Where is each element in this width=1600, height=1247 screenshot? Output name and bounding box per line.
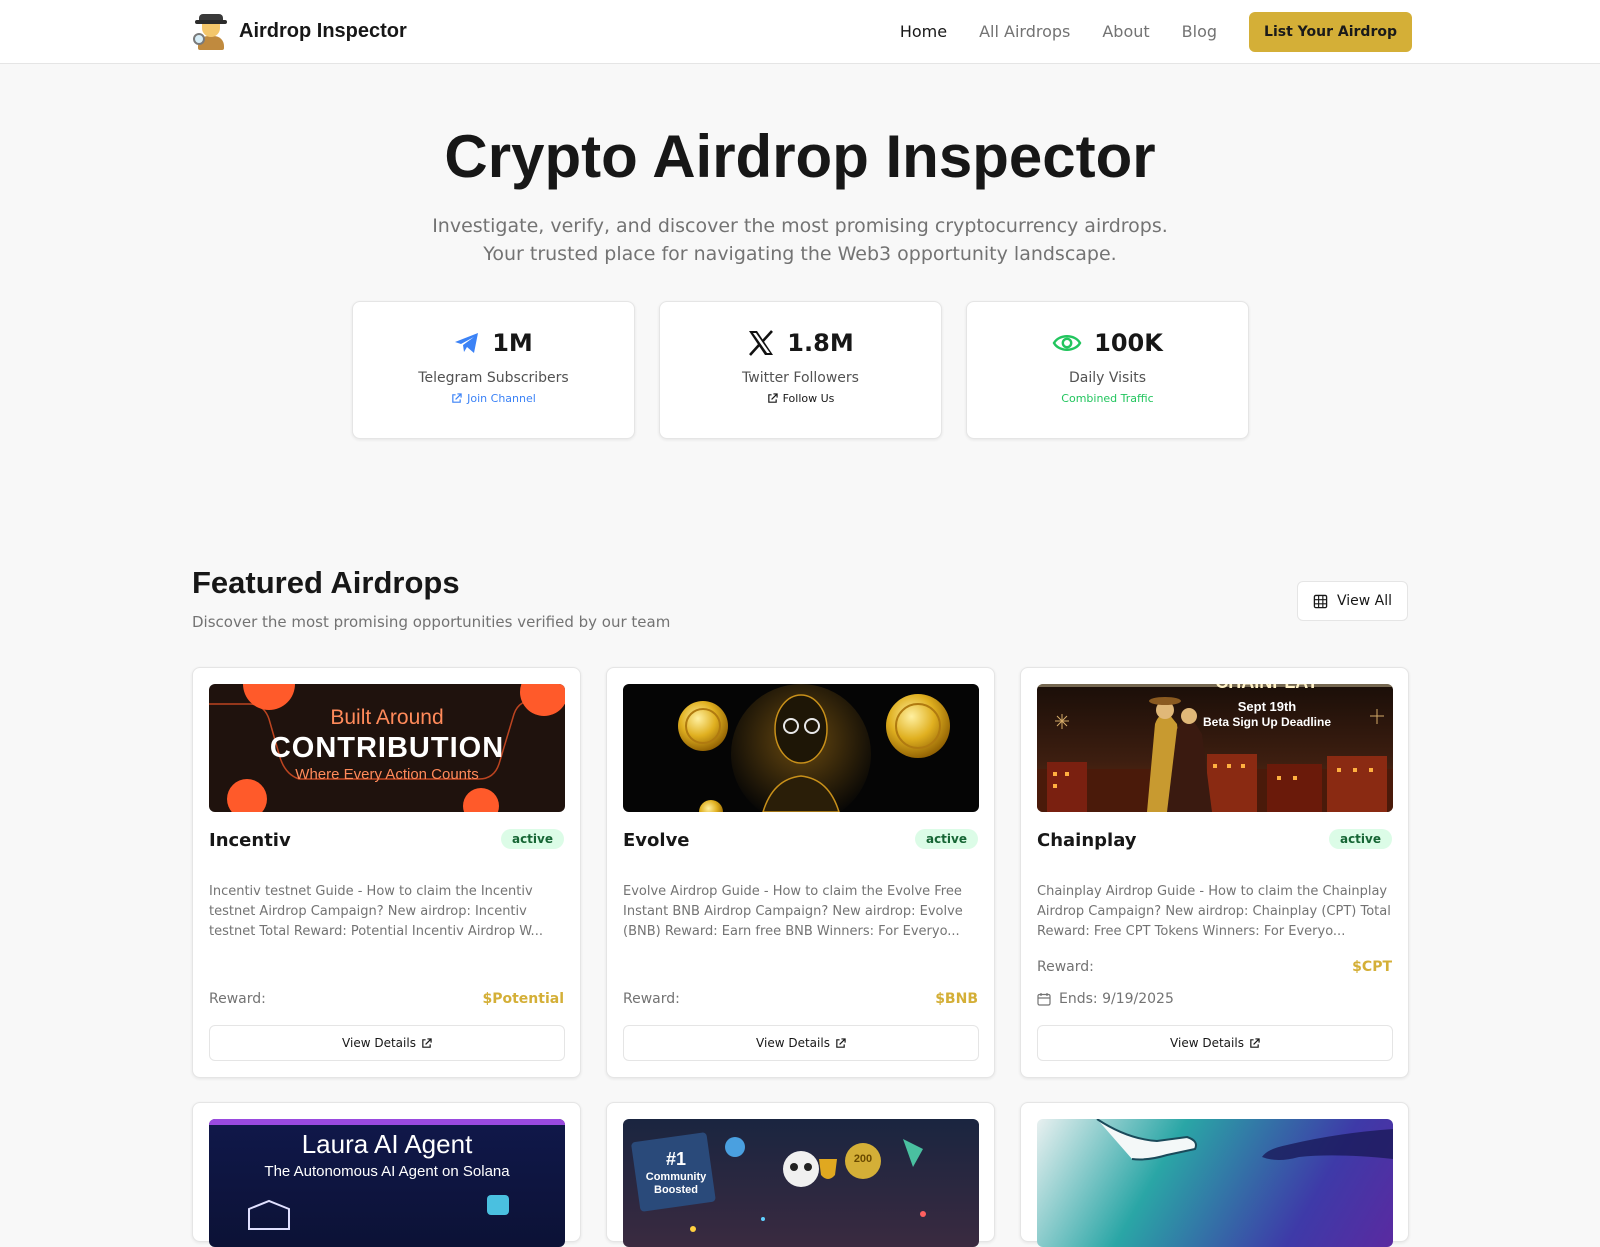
airdrop-description: Evolve Airdrop Guide - How to claim the … [623, 884, 963, 939]
image-caption: Built Around [330, 706, 444, 729]
airdrop-image [1037, 1119, 1393, 1247]
list-your-airdrop-button[interactable]: List Your Airdrop [1249, 12, 1412, 52]
image-caption: Sept 19th [1237, 699, 1297, 714]
view-details-label: View Details [1170, 1036, 1244, 1050]
image-caption: 200 [853, 1153, 873, 1165]
image-caption: Beta Sign Up Deadline [1202, 715, 1332, 729]
airdrop-image: Laura AI Agent The Autonomous AI Agent o… [209, 1119, 565, 1247]
grid-icon [1313, 594, 1328, 608]
image-caption: CONTRIBUTION [269, 732, 505, 764]
end-date: Ends: 9/19/2025 [1037, 991, 1174, 1007]
airdrop-image [623, 684, 979, 812]
calendar-icon [1037, 993, 1051, 1006]
image-caption: Where Every Action Counts [295, 766, 479, 783]
airdrop-description: Incentiv testnet Guide - How to claim th… [209, 884, 543, 939]
x-logo-icon [747, 330, 775, 356]
airdrop-card-incentiv[interactable]: Built Around CONTRIBUTION Where Every Ac… [192, 667, 581, 1078]
image-caption: Laura AI Agent [301, 1129, 473, 1159]
nav-link-about[interactable]: About [1102, 12, 1149, 52]
reward-value: $Potential [482, 991, 564, 1007]
nav-links: Home All Airdrops About Blog List Your A… [900, 12, 1412, 52]
stat-card-twitter: 1.8M Twitter Followers Follow Us [659, 301, 942, 439]
stat-value: 100K [1094, 329, 1163, 357]
hero-title: Crypto Airdrop Inspector [444, 123, 1156, 190]
image-caption: CHAINPLAY [1142, 684, 1392, 693]
telegram-icon [454, 332, 480, 354]
follow-us-label: Follow Us [782, 392, 835, 405]
featured-title: Featured Airdrops [192, 565, 460, 600]
external-link-icon [452, 393, 462, 403]
stat-value: 1.8M [787, 329, 854, 357]
stat-card-visits: 100K Daily Visits Combined Traffic [966, 301, 1249, 439]
airdrop-card-community[interactable]: #1 Community Boosted 200 [606, 1102, 995, 1247]
view-details-label: View Details [342, 1036, 416, 1050]
view-details-button[interactable]: View Details [623, 1025, 979, 1061]
brand[interactable]: Airdrop Inspector [193, 11, 407, 51]
status-badge: active [1328, 829, 1392, 849]
external-link-icon [422, 1037, 432, 1048]
stat-label: Twitter Followers [742, 370, 859, 386]
stat-label: Daily Visits [1069, 370, 1146, 386]
stat-label: Telegram Subscribers [418, 370, 569, 386]
view-details-button[interactable]: View Details [1037, 1025, 1393, 1061]
status-badge: active [500, 829, 564, 849]
airdrop-name: Chainplay [1037, 830, 1137, 851]
airdrop-card-laura[interactable]: Laura AI Agent The Autonomous AI Agent o… [192, 1102, 581, 1247]
stat-value: 1M [492, 329, 533, 357]
view-details-label: View Details [756, 1036, 830, 1050]
join-channel-label: Join Channel [467, 392, 536, 405]
top-navbar: Airdrop Inspector Home All Airdrops Abou… [0, 0, 1600, 64]
view-all-label: View All [1336, 593, 1393, 609]
airdrop-image: CHAINPLAY Sept 19th Beta Sign Up Deadlin… [1037, 684, 1393, 812]
stats-row: 1M Telegram Subscribers Join Channel 1.8… [352, 301, 1273, 439]
end-date-label: Ends: 9/19/2025 [1059, 991, 1174, 1007]
airdrop-card-chainplay[interactable]: CHAINPLAY Sept 19th Beta Sign Up Deadlin… [1020, 667, 1409, 1078]
view-all-button[interactable]: View All [1297, 581, 1408, 621]
image-caption: Community [645, 1171, 707, 1183]
reward-label: Reward: [209, 991, 266, 1007]
featured-subtitle: Discover the most promising opportunitie… [192, 613, 671, 631]
external-link-icon [767, 393, 778, 403]
stat-card-telegram: 1M Telegram Subscribers Join Channel [352, 301, 635, 439]
status-badge: active [914, 829, 978, 849]
image-caption: The Autonomous AI Agent on Solana [264, 1163, 510, 1180]
reward-value: $CPT [1352, 959, 1392, 975]
airdrop-card-hands[interactable] [1020, 1102, 1409, 1247]
airdrop-description: Chainplay Airdrop Guide - How to claim t… [1037, 884, 1391, 939]
image-caption: Boosted [654, 1184, 698, 1196]
detective-logo-icon [193, 11, 229, 51]
nav-link-blog[interactable]: Blog [1182, 12, 1217, 52]
airdrop-name: Evolve [623, 830, 690, 851]
reward-label: Reward: [623, 991, 680, 1007]
reward-label: Reward: [1037, 959, 1094, 975]
brand-name: Airdrop Inspector [239, 19, 407, 42]
image-caption: #1 [665, 1149, 687, 1169]
nav-link-home[interactable]: Home [900, 12, 947, 52]
nav-link-all-airdrops[interactable]: All Airdrops [979, 12, 1070, 52]
external-link-icon [1250, 1037, 1260, 1048]
join-channel-link[interactable]: Join Channel [353, 392, 634, 405]
airdrop-card-evolve[interactable]: Evolve active Evolve Airdrop Guide - How… [606, 667, 995, 1078]
external-link-icon [836, 1037, 846, 1048]
hero-subtitle: Investigate, verify, and discover the mo… [432, 215, 1168, 265]
airdrop-image: Built Around CONTRIBUTION Where Every Ac… [209, 684, 565, 812]
follow-us-link[interactable]: Follow Us [660, 392, 941, 405]
view-details-button[interactable]: View Details [209, 1025, 565, 1061]
combined-traffic-note: Combined Traffic [1061, 392, 1154, 405]
reward-value: $BNB [935, 991, 978, 1007]
eye-icon [1052, 332, 1082, 354]
airdrop-name: Incentiv [209, 830, 291, 851]
airdrop-image: #1 Community Boosted 200 [623, 1119, 979, 1247]
